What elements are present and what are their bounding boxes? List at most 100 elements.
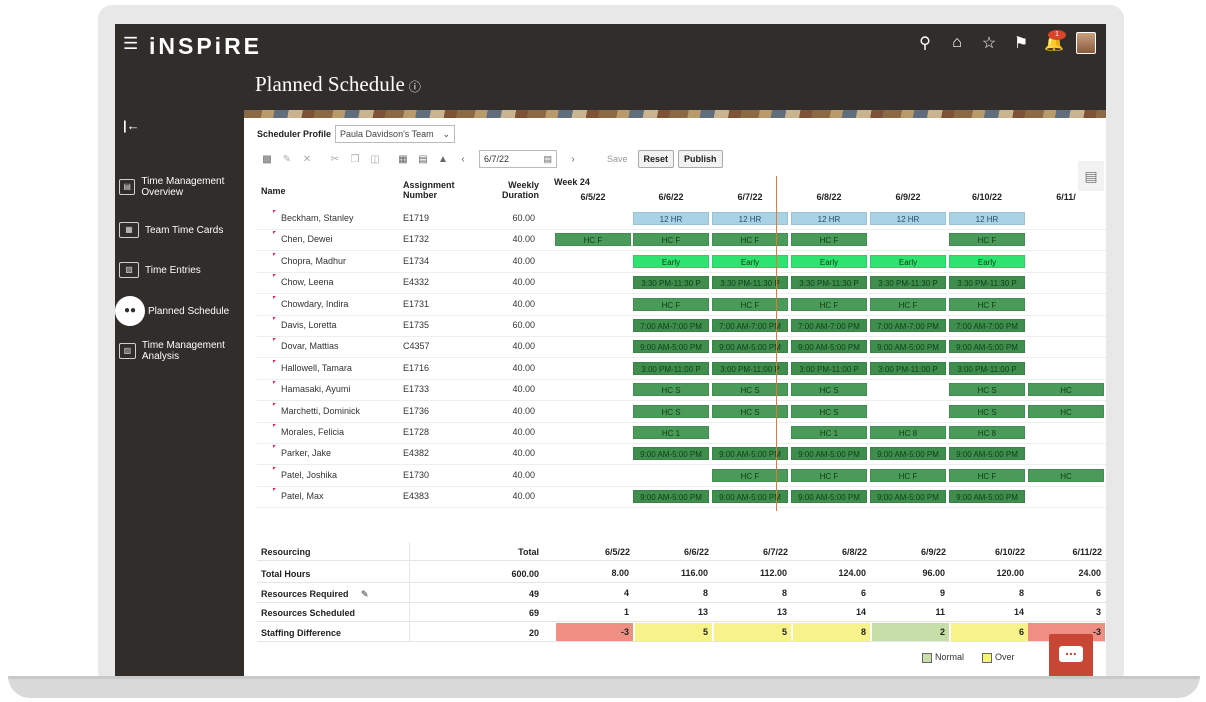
shift-block[interactable]: 9:00 AM-5:00 PM [791,340,867,354]
next-date-icon[interactable]: › [563,154,583,165]
shift-block[interactable]: 12 HR [791,212,867,225]
shift-block[interactable]: 9:00 AM-5:00 PM [633,340,709,354]
bell-icon[interactable]: 🔔 1 [1044,30,1066,53]
table-row[interactable]: Davis, Loretta E1735 60.00 7:00 AM-7:00 PM 7… [257,315,1106,336]
shift-block[interactable]: 9:00 AM-5:00 PM [949,340,1025,354]
table-row[interactable]: Hamasaki, Ayumi E1733 40.00 HC S HC S HC S HC … [257,379,1106,400]
shift-block[interactable]: 7:00 AM-7:00 PM [633,319,709,332]
shift-block[interactable]: 7:00 AM-7:00 PM [870,319,946,332]
shift-block[interactable]: HC F [791,233,867,247]
avatar[interactable] [1076,32,1096,54]
shift-block[interactable]: 9:00 AM-5:00 PM [791,490,867,504]
shift-block[interactable]: 9:00 AM-5:00 PM [791,447,867,461]
home-icon[interactable]: ⌂ [948,34,966,52]
shift-block[interactable]: 12 HR [633,212,709,225]
shift-block[interactable]: 3:30 PM-11:30 P [870,276,946,290]
table-row[interactable]: Dovar, Mattias C4357 40.00 9:00 AM-5:00 PM 9… [257,336,1106,357]
table-row[interactable]: Chow, Leena E4332 40.00 3:30 PM-11:30 P 3:30… [257,272,1106,293]
col-header-assignment[interactable]: Assignment Number [403,180,473,200]
flag-icon[interactable]: ⚑ [1012,33,1030,53]
hamburger-icon[interactable]: ☰ [123,35,138,53]
shift-block[interactable]: 9:00 AM-5:00 PM [633,447,709,461]
shift-block[interactable]: 3:30 PM-11:30 P [949,276,1025,290]
shift-block[interactable]: 3:30 PM-11:30 P [791,276,867,290]
shift-block[interactable]: 7:00 AM-7:00 PM [791,319,867,332]
table-row[interactable]: Parker, Jake E4382 40.00 9:00 AM-5:00 PM 9:0… [257,443,1106,464]
col-header-name[interactable]: Name [261,186,286,196]
shift-block[interactable]: HC [1028,383,1104,397]
save-button[interactable]: Save [601,150,634,168]
shift-block[interactable]: HC F [949,468,1025,482]
shift-block[interactable]: Early [791,254,867,268]
sidebar-item-team-time-cards[interactable]: ▦ Team Time Cards [119,222,243,238]
shift-block[interactable]: Early [949,254,1025,268]
shift-block[interactable]: HC F [555,233,631,247]
shift-block[interactable]: HC 8 [870,426,946,439]
app-logo[interactable]: iNSPiRE [149,33,262,60]
shift-block[interactable]: 9:00 AM-5:00 PM [949,447,1025,461]
table-row[interactable]: Morales, Felicia E1728 40.00 HC 1 HC 1 HC 8 HC… [257,422,1106,443]
shift-block[interactable]: HC S [791,404,867,418]
export-icon[interactable]: ▤ [413,154,433,165]
publish-button[interactable]: Publish [678,150,723,168]
reset-button[interactable]: Reset [637,150,675,168]
prev-date-icon[interactable]: ‹ [453,154,473,165]
shift-block[interactable]: 3:00 PM-11:00 P [949,361,1025,375]
shift-block[interactable]: HC F [633,233,709,247]
shift-block[interactable]: 12 HR [949,212,1025,225]
date-input[interactable]: 6/7/22 ▤ [479,150,557,168]
shift-block[interactable]: Early [870,254,946,268]
shift-block[interactable]: 9:00 AM-5:00 PM [870,447,946,461]
search-icon[interactable]: ⚲ [916,33,934,53]
star-icon[interactable]: ☆ [980,33,998,53]
shift-block[interactable]: HC F [791,468,867,482]
new-icon[interactable]: ▩ [257,154,277,165]
table-row[interactable]: Beckham, Stanley E1719 60.00 12 HR 12 HR 12 H… [257,208,1106,229]
col-header-duration[interactable]: Weekly Duration [495,180,539,200]
table-row[interactable]: Hallowell, Tamara E1716 40.00 3:00 PM-11:00… [257,358,1106,379]
shift-block[interactable]: 9:00 AM-5:00 PM [870,490,946,504]
copy-icon[interactable]: ❐ [345,154,365,165]
shift-block[interactable]: HC F [949,297,1025,311]
shift-block[interactable]: 3:00 PM-11:00 P [633,361,709,375]
shift-block[interactable]: 3:00 PM-11:00 P [870,361,946,375]
shift-block[interactable]: HC S [949,383,1025,397]
shift-block[interactable]: 7:00 AM-7:00 PM [949,319,1025,332]
sidebar-item-planned-schedule[interactable]: ●● Planned Schedule [115,296,243,326]
shift-block[interactable]: HC F [791,297,867,311]
edit-icon[interactable]: ✎ [277,154,297,165]
shift-block[interactable]: HC S [791,383,867,397]
edit-icon[interactable]: ✎ [361,589,369,600]
collapse-sidebar-icon[interactable]: |← [123,118,140,133]
view-icon[interactable]: ▦ [393,154,413,165]
delete-icon[interactable]: ✕ [297,154,317,165]
shift-block[interactable]: HC [1028,468,1104,482]
shift-block[interactable]: HC F [870,297,946,311]
shift-block[interactable]: 9:00 AM-5:00 PM [949,490,1025,504]
table-row[interactable]: Chen, Dewei E1732 40.00 HC F HC F HC F HC F HC … [257,229,1106,250]
shift-block[interactable]: HC F [633,297,709,311]
table-row[interactable]: Chowdary, Indira E1731 40.00 HC F HC F HC F HC… [257,294,1106,315]
shift-block[interactable]: 3:00 PM-11:00 P [791,361,867,375]
shift-block[interactable]: HC 1 [791,426,867,439]
sidebar-item-analysis[interactable]: ▨ Time Management Analysis [119,340,243,362]
calendar-icon[interactable]: ▤ [543,154,552,165]
table-row[interactable]: Patel, Joshika E1730 40.00 HC F HC F HC F HC F… [257,465,1106,486]
shift-block[interactable]: 3:30 PM-11:30 P [633,276,709,290]
shift-block[interactable]: HC S [949,404,1025,418]
shift-block[interactable]: HC S [633,383,709,397]
shift-block[interactable]: HC F [949,233,1025,247]
shift-block[interactable]: 9:00 AM-5:00 PM [633,490,709,504]
scheduler-profile-select[interactable]: Paula Davidson's Team ⌄ [335,125,456,143]
shift-block[interactable]: HC 1 [633,426,709,439]
assign-icon[interactable]: ▲ [433,154,453,165]
shift-block[interactable]: 9:00 AM-5:00 PM [870,340,946,354]
side-panel-icon[interactable]: ▤ [1078,161,1104,191]
paste-icon[interactable]: ◫ [365,154,385,165]
shift-block[interactable]: HC [1028,404,1104,418]
sidebar-item-overview[interactable]: ▤ Time Management Overview [119,176,243,198]
table-row[interactable]: Chopra, Madhur E1734 40.00 Early Early Early E… [257,251,1106,272]
help-icon[interactable]: ⓘ [409,80,421,94]
chat-button[interactable]: ... [1049,634,1093,676]
table-row[interactable]: Marchetti, Dominick E1736 40.00 HC S HC S HC … [257,401,1106,422]
